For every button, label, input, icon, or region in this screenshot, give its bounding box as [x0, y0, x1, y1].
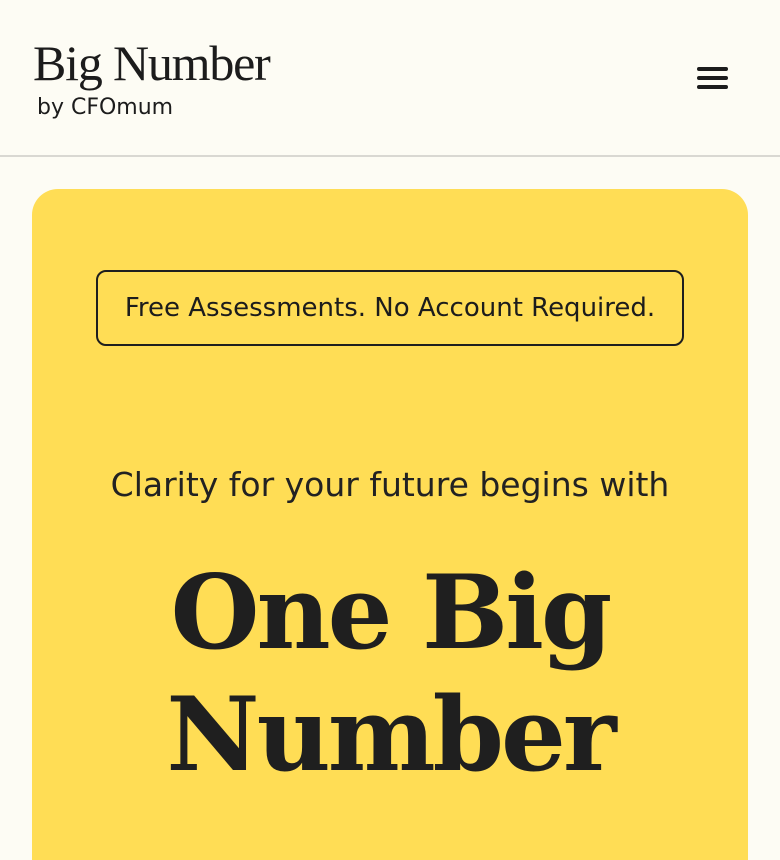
hero-headline-line-2: Number — [166, 675, 616, 795]
hero-card: Free Assessments. No Account Required. C… — [32, 189, 748, 860]
brand-logo[interactable]: Big Number by CFOmum — [33, 35, 271, 121]
menu-button[interactable] — [690, 60, 734, 96]
hamburger-menu-icon — [697, 66, 728, 90]
hero-tagline: Clarity for your future begins with — [110, 465, 670, 504]
free-assessments-badge: Free Assessments. No Account Required. — [96, 270, 684, 346]
hero-headline: One Big Number — [32, 552, 748, 796]
brand-title: Big Number — [33, 35, 271, 91]
brand-subtitle: by CFOmum — [37, 95, 174, 120]
site-header: Big Number by CFOmum — [0, 0, 780, 157]
hero-headline-line-1: One Big — [170, 553, 613, 673]
